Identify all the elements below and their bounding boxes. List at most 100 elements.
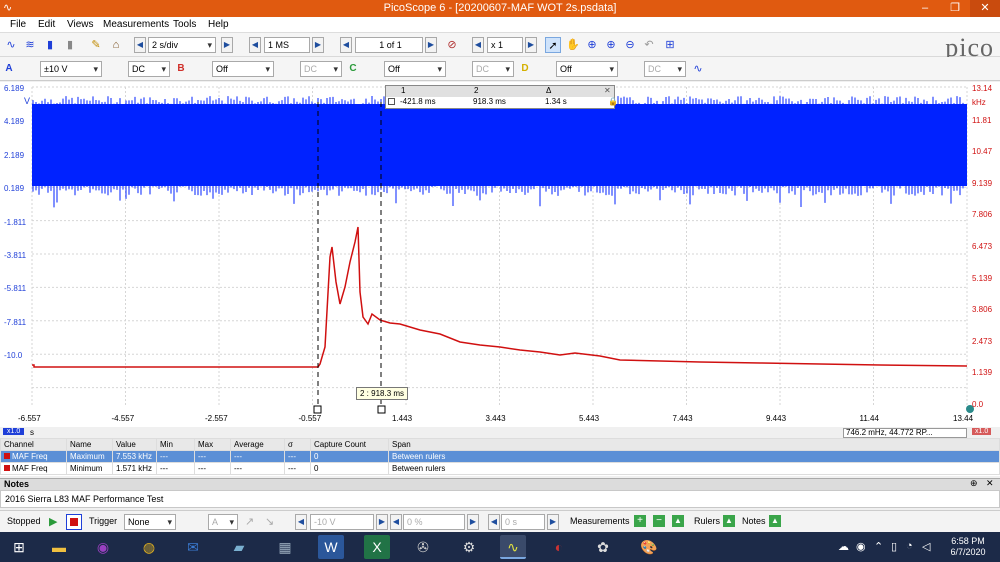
samples-prev-button[interactable]: ◀ — [249, 37, 261, 53]
hand-tool-icon[interactable]: ✋ — [565, 37, 581, 53]
probe-icon[interactable]: ✎ — [88, 37, 104, 53]
channel-b-label[interactable]: B — [174, 61, 188, 77]
notes-close-icon[interactable]: ✕ — [986, 478, 994, 489]
tray-network-icon[interactable]: ◉ — [856, 540, 866, 553]
app3-icon[interactable]: ✿ — [590, 535, 616, 559]
menu-edit[interactable]: Edit — [38, 19, 55, 30]
timebase-next-button[interactable]: ▶ — [221, 37, 233, 53]
chrome-icon[interactable]: ◍ — [136, 535, 162, 559]
menu-help[interactable]: Help — [208, 19, 229, 30]
spectrum-mode-icon-2[interactable]: ▮ — [62, 37, 78, 53]
word-icon[interactable]: W — [318, 535, 344, 559]
pin-icon[interactable]: ⊕ — [970, 478, 978, 489]
pretrigger-next-button[interactable]: ▶ — [467, 514, 479, 530]
table-row[interactable]: MAF Freq Maximum 7.553 kHz --- --- --- -… — [0, 450, 1000, 463]
channel-a-label[interactable]: A — [2, 61, 16, 77]
pointer-tool-icon[interactable]: ➚ — [545, 37, 561, 53]
tray-wifi-icon[interactable]: ◔ — [906, 540, 913, 552]
channel-b-coupling[interactable]: DC — [300, 61, 342, 77]
undo-zoom-icon[interactable]: ↶ — [641, 37, 657, 53]
app2-icon[interactable]: ◐ — [546, 535, 572, 559]
stop-button[interactable] — [66, 514, 82, 530]
pretrigger-prev-button[interactable]: ◀ — [390, 514, 402, 530]
zoom-fit-icon[interactable]: ⊞ — [662, 37, 678, 53]
scope-view[interactable]: V kHz 1 2 Δ ✕ -421.8 ms 918.3 ms 1.34 s … — [0, 82, 1000, 427]
notes-toggle-icon[interactable]: ▲ — [769, 515, 781, 527]
menu-tools[interactable]: Tools — [173, 19, 196, 30]
zoom-prev-button[interactable]: ◀ — [472, 37, 484, 53]
file-explorer-icon[interactable]: ▬ — [46, 535, 72, 559]
add-measurement-icon[interactable]: + — [634, 515, 646, 527]
calculator-icon[interactable]: ▦ — [272, 535, 298, 559]
trigger-channel-select[interactable]: A — [208, 514, 238, 530]
channel-a-range[interactable]: ±10 V — [40, 61, 102, 77]
timebase-prev-button[interactable]: ◀ — [134, 37, 146, 53]
persistence-mode-icon[interactable]: ≋ — [22, 37, 38, 53]
pretrigger-field[interactable]: 0 % — [403, 514, 465, 530]
level-next-button[interactable]: ▶ — [376, 514, 388, 530]
delay-field[interactable]: 0 s — [501, 514, 545, 530]
run-icon[interactable]: ▶ — [49, 515, 57, 528]
channel-b-range[interactable]: Off — [212, 61, 274, 77]
math-channel-icon[interactable]: ∿ — [690, 61, 706, 77]
buffer-navigator-icon[interactable]: ⊘ — [444, 37, 460, 53]
ruler-table[interactable]: 1 2 Δ ✕ -421.8 ms 918.3 ms 1.34 s 🔒 — [385, 85, 618, 109]
table-row[interactable]: MAF Freq Minimum 1.571 kHz --- --- --- -… — [0, 462, 1000, 475]
channel-d-range[interactable]: Off — [556, 61, 618, 77]
trigger-mode-select[interactable]: None — [124, 514, 176, 530]
picoscope-icon[interactable]: ∿ — [500, 535, 526, 559]
edit-measurement-icon[interactable]: ▲ — [672, 515, 684, 527]
lock-icon[interactable]: 🔒 — [608, 97, 618, 106]
tool-icon[interactable]: ✇ — [410, 535, 436, 559]
zoom-next-button[interactable]: ▶ — [525, 37, 537, 53]
buffer-next-button[interactable]: ▶ — [425, 37, 437, 53]
home-icon[interactable]: ⌂ — [108, 37, 124, 53]
zoom-out-icon[interactable]: ⊖ — [622, 37, 638, 53]
delay-prev-button[interactable]: ◀ — [488, 514, 500, 530]
channel-c-label[interactable]: C — [346, 61, 360, 77]
channel-c-coupling[interactable]: DC — [472, 61, 514, 77]
paint-icon[interactable]: 🎨 — [636, 535, 662, 559]
channel-a-coupling[interactable]: DC — [128, 61, 170, 77]
menu-measurements[interactable]: Measurements — [103, 19, 169, 30]
rulers-toggle-icon[interactable]: ▲ — [723, 515, 735, 527]
right-scale-badge[interactable]: x1.0 — [972, 428, 992, 435]
buffer-prev-button[interactable]: ◀ — [340, 37, 352, 53]
menu-file[interactable]: File — [10, 19, 26, 30]
tray-weather-icon[interactable]: ☁ — [838, 540, 849, 553]
restore-button[interactable]: ❐ — [940, 0, 970, 17]
zoom-in-icon[interactable]: ⊕ — [584, 37, 600, 53]
notes-icon[interactable]: ▰ — [226, 535, 252, 559]
channel-d-coupling[interactable]: DC — [644, 61, 686, 77]
zoom-field[interactable]: x 1 — [487, 37, 523, 53]
menu-views[interactable]: Views — [67, 19, 94, 30]
excel-icon[interactable]: X — [364, 535, 390, 559]
trigger-level-field[interactable]: -10 V — [310, 514, 374, 530]
samples-field[interactable]: 1 MS — [264, 37, 310, 53]
tray-battery-icon[interactable]: ▯ — [891, 540, 897, 553]
clock[interactable]: 6:58 PM 6/7/2020 — [946, 536, 990, 558]
channel-c-range[interactable]: Off — [384, 61, 446, 77]
mail-icon[interactable]: ✉ — [180, 535, 206, 559]
trigger-edge-icon[interactable]: ↗ — [245, 515, 254, 528]
tray-volume-icon[interactable]: ◁ — [922, 540, 930, 553]
trigger-advanced-icon[interactable]: ↘ — [265, 515, 274, 528]
close-button[interactable]: ✕ — [970, 0, 1000, 17]
timebase-select[interactable]: 2 s/div — [148, 37, 216, 53]
x-scale-badge[interactable]: x1.0 — [3, 428, 25, 435]
zoom-area-icon[interactable]: ⊕ — [603, 37, 619, 53]
tray-chevron-icon[interactable]: ⌃ — [874, 540, 883, 553]
media-icon[interactable]: ◉ — [90, 535, 116, 559]
ruler-table-close-icon[interactable]: ✕ — [604, 86, 611, 95]
spectrum-mode-icon[interactable]: ▮ — [42, 37, 58, 53]
level-prev-button[interactable]: ◀ — [295, 514, 307, 530]
waveform-canvas[interactable] — [0, 82, 1000, 427]
remove-measurement-icon[interactable]: − — [653, 515, 665, 527]
notes-text[interactable]: 2016 Sierra L83 MAF Performance Test — [0, 490, 1000, 508]
channel-d-label[interactable]: D — [518, 61, 532, 77]
samples-next-button[interactable]: ▶ — [312, 37, 324, 53]
scope-mode-icon[interactable]: ∿ — [3, 37, 19, 53]
delay-next-button[interactable]: ▶ — [547, 514, 559, 530]
buffer-field[interactable]: 1 of 1 — [355, 37, 423, 53]
minimize-button[interactable]: – — [910, 0, 940, 17]
